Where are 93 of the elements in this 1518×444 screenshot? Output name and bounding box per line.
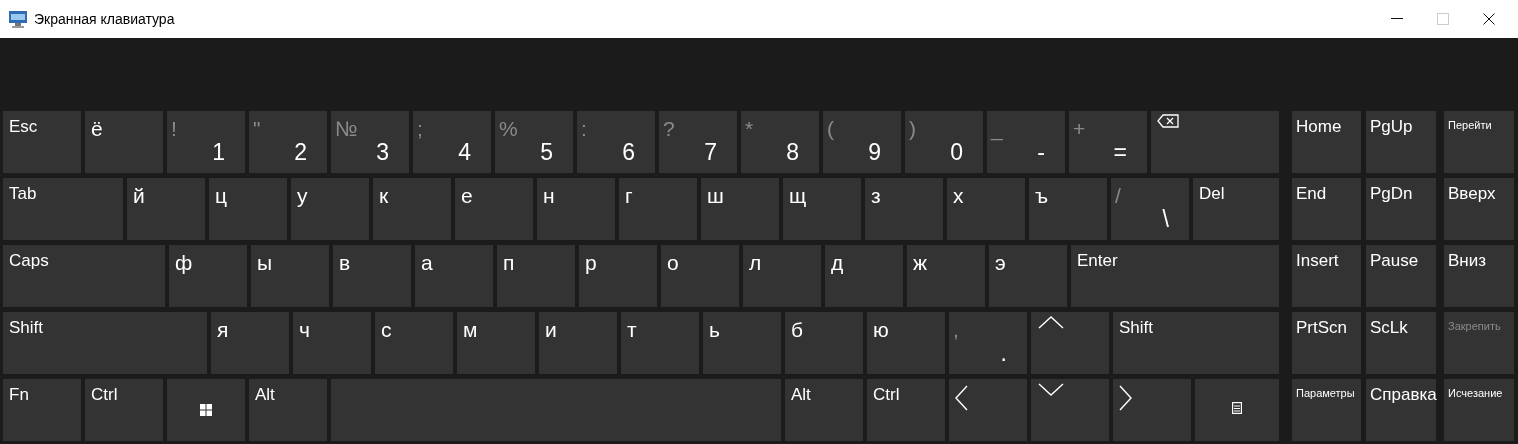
- arrow-key[interactable]: [1031, 312, 1109, 374]
- keyboard-key[interactable]: л: [743, 245, 821, 307]
- keyboard-key[interactable]: * 8: [741, 111, 819, 173]
- arrow-key[interactable]: [1113, 379, 1191, 441]
- side-panel-key[interactable]: PgDn: [1366, 178, 1436, 240]
- maximize-icon: [1437, 13, 1449, 25]
- keyboard-key[interactable]: Shift: [1113, 312, 1279, 374]
- keyboard-key[interactable]: ч: [293, 312, 371, 374]
- up-chevron-icon: [1038, 316, 1064, 329]
- keyboard-key[interactable]: у: [291, 178, 369, 240]
- keyboard-key[interactable]: ю: [867, 312, 945, 374]
- keyboard-key[interactable]: а: [415, 245, 493, 307]
- side-panel-key[interactable]: Вверх: [1444, 178, 1514, 240]
- keyboard-key[interactable]: Ctrl: [85, 379, 163, 441]
- minimize-icon: [1391, 18, 1403, 20]
- side-panel-key[interactable]: Перейти: [1444, 111, 1514, 173]
- menu-icon: [1232, 402, 1242, 414]
- arrow-key[interactable]: [949, 379, 1027, 441]
- keyboard-key[interactable]: Alt: [249, 379, 327, 441]
- keyboard-key[interactable]: х: [947, 178, 1025, 240]
- side-panel-key[interactable]: Исчезание: [1444, 379, 1514, 441]
- keyboard-key[interactable]: в: [333, 245, 411, 307]
- keyboard-key[interactable]: ) 0: [905, 111, 983, 173]
- keyboard-key[interactable]: ж: [907, 245, 985, 307]
- keyboard-key[interactable]: и: [539, 312, 617, 374]
- keyboard-key[interactable]: г: [619, 178, 697, 240]
- keyboard-key[interactable]: , .: [949, 312, 1027, 374]
- keyboard-monitor-icon: [8, 10, 28, 28]
- keyboard-key[interactable]: б: [785, 312, 863, 374]
- side-panel-key[interactable]: Справка: [1366, 379, 1436, 441]
- keyboard-key[interactable]: Tab: [3, 178, 123, 240]
- keyboard-key[interactable]: ; 4: [413, 111, 491, 173]
- keyboard-key[interactable]: э: [989, 245, 1067, 307]
- keyboard-key[interactable]: й: [127, 178, 205, 240]
- side-panel-key[interactable]: Pause: [1366, 245, 1436, 307]
- backspace-key[interactable]: [1151, 111, 1279, 173]
- keyboard-key[interactable]: Caps: [3, 245, 165, 307]
- keyboard-key[interactable]: с: [375, 312, 453, 374]
- keyboard-key[interactable]: ь: [703, 312, 781, 374]
- keyboard-key[interactable]: я: [211, 312, 289, 374]
- keyboard-key[interactable]: Esc: [3, 111, 81, 173]
- side-panel-key[interactable]: PrtScn: [1292, 312, 1361, 374]
- right-chevron-icon: [1119, 385, 1132, 411]
- windows-key[interactable]: [167, 379, 245, 441]
- keyboard-key[interactable]: % 5: [495, 111, 573, 173]
- keyboard-key[interactable]: Fn: [3, 379, 81, 441]
- keyboard-key[interactable]: _ -: [987, 111, 1065, 173]
- keyboard-key[interactable]: ы: [251, 245, 329, 307]
- keyboard-key[interactable]: о: [661, 245, 739, 307]
- close-icon: [1483, 13, 1495, 25]
- keyboard-key[interactable]: Del: [1193, 178, 1279, 240]
- keyboard-key[interactable]: + =: [1069, 111, 1147, 173]
- keyboard-key[interactable]: р: [579, 245, 657, 307]
- menu-key[interactable]: [1195, 379, 1279, 441]
- keyboard-key[interactable]: н: [537, 178, 615, 240]
- keyboard-key[interactable]: ф: [169, 245, 247, 307]
- side-panel-key[interactable]: Параметры: [1292, 379, 1361, 441]
- keyboard-key[interactable]: е: [455, 178, 533, 240]
- side-panel-key[interactable]: Insert: [1292, 245, 1361, 307]
- side-panel-key[interactable]: PgUp: [1366, 111, 1436, 173]
- backspace-icon: [1157, 114, 1179, 128]
- arrow-key[interactable]: [1031, 379, 1109, 441]
- keyboard-key[interactable]: ( 9: [823, 111, 901, 173]
- keyboard-key[interactable]: ? 7: [659, 111, 737, 173]
- keyboard-key[interactable]: Shift: [3, 312, 207, 374]
- keyboard-key[interactable]: ц: [209, 178, 287, 240]
- side-panel-key[interactable]: Вниз: [1444, 245, 1514, 307]
- keyboard-key[interactable]: ъ: [1029, 178, 1107, 240]
- keyboard-key[interactable]: щ: [783, 178, 861, 240]
- keyboard-key[interactable]: п: [497, 245, 575, 307]
- side-panel-key[interactable]: Home: [1292, 111, 1361, 173]
- keyboard-key[interactable]: з: [865, 178, 943, 240]
- keyboard-key[interactable]: Enter: [1071, 245, 1279, 307]
- window-title: Экранная клавиатура: [34, 9, 175, 29]
- keyboard-key[interactable]: " 2: [249, 111, 327, 173]
- keyboard-key[interactable]: № 3: [331, 111, 409, 173]
- keyboard-key[interactable]: ! 1: [167, 111, 245, 173]
- side-panel-key[interactable]: End: [1292, 178, 1361, 240]
- keyboard-key[interactable]: к: [373, 178, 451, 240]
- left-chevron-icon: [955, 385, 968, 411]
- keyboard-key[interactable]: д: [825, 245, 903, 307]
- keyboard-key[interactable]: ш: [701, 178, 779, 240]
- keyboard-key[interactable]: ё: [85, 111, 163, 173]
- windows-logo-icon: [200, 404, 212, 416]
- side-panel-key[interactable]: ScLk: [1366, 312, 1436, 374]
- space-key[interactable]: [331, 379, 781, 441]
- down-chevron-icon: [1038, 383, 1064, 396]
- keyboard-key[interactable]: Alt: [785, 379, 863, 441]
- keyboard-key[interactable]: м: [457, 312, 535, 374]
- keyboard-key[interactable]: : 6: [577, 111, 655, 173]
- keyboard-key[interactable]: / \: [1111, 178, 1189, 240]
- keyboard-key[interactable]: Ctrl: [867, 379, 945, 441]
- keyboard-key[interactable]: т: [621, 312, 699, 374]
